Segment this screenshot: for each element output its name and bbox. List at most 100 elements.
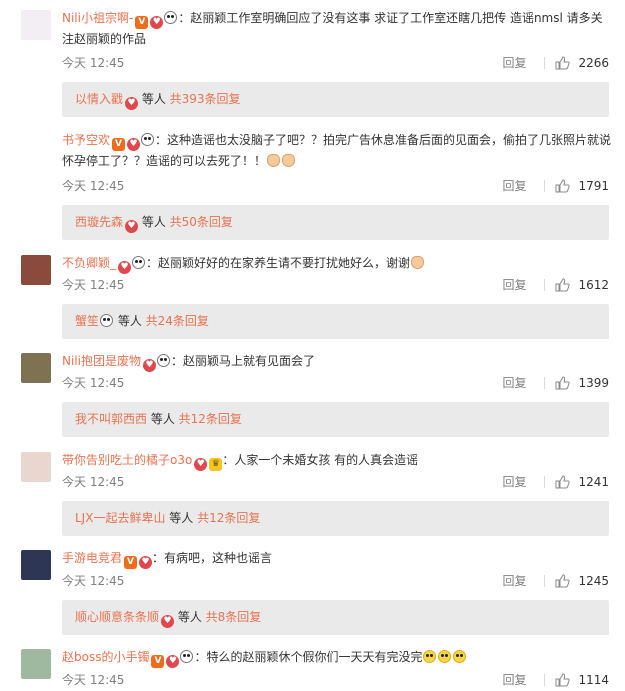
fan-heart-badge-icon: ♥ (166, 655, 180, 668)
comment-timestamp: 今天 12:45 (62, 179, 125, 193)
like-count: 2266 (578, 55, 609, 70)
comment-text: ：人家一个未婚女孩 有的人真会造谣 (222, 453, 419, 467)
reply-button[interactable]: 回复 (502, 473, 526, 490)
comment-text: ：有病吧，这种也谣言 (152, 551, 273, 565)
sub-replies-box[interactable]: 顺心顺意条条顺 ♥ 等人 共8条回复 (62, 600, 609, 635)
fan-heart-badge-icon: ♥ (118, 261, 132, 274)
sub-replies-box[interactable]: LJX一起去鲜卑山 等人 共12条回复 (62, 501, 609, 536)
verified-badge-icon: V (112, 138, 126, 151)
sub-reply-label: 等人 (174, 610, 206, 624)
comment-text: ：赵丽颖马上就有见面会了 (170, 354, 315, 368)
comment-body: Nili抱团是废物 ♥ ：赵丽颖马上就有见面会了 (62, 351, 614, 372)
action-divider (544, 475, 546, 488)
comment-actions: 回复 2266 (502, 54, 609, 71)
sub-reply-label: 等人 (147, 412, 179, 426)
sub-replies-box[interactable]: 我不叫郭西西 等人 共12条回复 (62, 402, 609, 437)
sub-reply-username-link[interactable]: LJX一起去鲜卑山 (75, 511, 165, 525)
avatar[interactable] (21, 255, 51, 285)
action-divider (544, 56, 546, 69)
reply-button[interactable]: 回复 (502, 177, 526, 194)
hand-emoji-icon (282, 154, 296, 167)
sub-replies-box[interactable]: 西璇先森 ♥ 等人 共50条回复 (62, 205, 609, 240)
comment-actions: 回复 1114 (502, 671, 609, 688)
avatar[interactable] (21, 550, 51, 580)
thumbs-up-icon[interactable] (555, 55, 571, 70)
sub-replies-box[interactable]: 蟹笙 等人 共24条回复 (62, 304, 609, 339)
sub-reply-username-link[interactable]: 以情入戳 (75, 92, 123, 106)
sub-reply-username-link[interactable]: 我不叫郭西西 (75, 412, 147, 426)
like-count: 1114 (578, 672, 609, 687)
comment-username-link[interactable]: 书予空欢 (62, 133, 110, 147)
action-divider (544, 278, 546, 291)
sub-replies-box[interactable]: 以情入戳 ♥ 等人 共393条回复 (62, 82, 609, 117)
verified-badge-icon: V (124, 556, 138, 569)
avatar[interactable] (21, 10, 51, 40)
like-count: 1399 (578, 375, 609, 390)
comment-body: 书予空欢 V ♥ ：这种造谣也太没脑子了吧？？拍完广告休息准备后面的见面会，偷拍了几张… (62, 130, 614, 172)
sub-reply-username-link[interactable]: 蟹笙 (75, 314, 99, 328)
like-count: 1241 (578, 474, 609, 489)
comment-username-link[interactable]: 带你告别吃土的橘子o3o (62, 453, 192, 467)
action-divider (544, 179, 546, 192)
comment-username-link[interactable]: 赵boss的小手镯 (62, 650, 149, 664)
sub-reply-count-link[interactable]: 共50条回复 (170, 215, 233, 229)
avatar[interactable] (21, 353, 51, 383)
reply-button[interactable]: 回复 (502, 671, 526, 688)
comment-text: ：赵丽颖好好的在家养生请不要打扰她好么，谢谢 (146, 256, 411, 270)
comment-body: 不负卿颖_ ♥ ：赵丽颖好好的在家养生请不要打扰她好么，谢谢 (62, 253, 614, 274)
panda-emoji-icon (156, 354, 170, 367)
comment-username-link[interactable]: 手游电竞君 (62, 551, 122, 565)
sub-reply-count-link[interactable]: 共24条回复 (146, 314, 209, 328)
hand-emoji-icon (411, 256, 425, 269)
sub-reply-username-link[interactable]: 西璇先森 (75, 215, 123, 229)
panda-emoji-icon (180, 650, 194, 663)
like-count: 1791 (578, 178, 609, 193)
like-count: 1612 (578, 277, 609, 292)
comment-actions: 回复 1791 (502, 177, 609, 194)
avatar[interactable] (21, 132, 51, 162)
comment-body: 手游电竞君 V ♥ ：有病吧，这种也谣言 (62, 548, 614, 569)
comment-timestamp: 今天 12:45 (62, 56, 125, 70)
fan-heart-badge-icon: ♥ (142, 359, 156, 372)
action-divider (544, 376, 546, 389)
thumbs-up-icon[interactable] (555, 573, 571, 588)
thumbs-up-icon[interactable] (555, 178, 571, 193)
reply-button[interactable]: 回复 (502, 54, 526, 71)
comment-username-link[interactable]: 不负卿颖_ (62, 256, 116, 270)
avatar[interactable] (21, 452, 51, 482)
comment-username-link[interactable]: Nili抱团是废物 (62, 354, 141, 368)
crown-badge-icon: ♛ (209, 458, 223, 471)
comment-actions: 回复 1399 (502, 374, 609, 391)
sub-reply-count-link[interactable]: 共12条回复 (197, 511, 260, 525)
thumbs-up-icon[interactable] (555, 277, 571, 292)
like-count: 1245 (578, 573, 609, 588)
smile-emoji-icon (423, 650, 437, 663)
fan-heart-badge-icon: ♥ (139, 556, 153, 569)
reply-button[interactable]: 回复 (502, 374, 526, 391)
reply-button[interactable]: 回复 (502, 572, 526, 589)
thumbs-up-icon[interactable] (555, 672, 571, 687)
sub-reply-count-link[interactable]: 共12条回复 (179, 412, 242, 426)
sub-reply-count-link[interactable]: 共8条回复 (206, 610, 262, 624)
fan-heart-badge-icon: ♥ (150, 16, 164, 29)
sub-reply-label: 等人 (138, 215, 170, 229)
comment-body: 带你告别吃土的橘子o3o ♥ ♛ ：人家一个未婚女孩 有的人真会造谣 (62, 450, 614, 471)
avatar[interactable] (21, 649, 51, 679)
comment-actions: 回复 1612 (502, 276, 609, 293)
thumbs-up-icon[interactable] (555, 474, 571, 489)
sub-reply-count-link[interactable]: 共393条回复 (170, 92, 241, 106)
sub-reply-label: 等人 (165, 511, 198, 525)
reply-button[interactable]: 回复 (502, 276, 526, 293)
hand-emoji-icon (267, 154, 281, 167)
sub-reply-username-link[interactable]: 顺心顺意条条顺 (75, 610, 159, 624)
comment-actions: 回复 1241 (502, 473, 609, 490)
thumbs-up-icon[interactable] (555, 375, 571, 390)
action-divider (544, 673, 546, 686)
fan-heart-badge-icon: ♥ (125, 220, 139, 233)
panda-emoji-icon (100, 314, 114, 327)
fan-heart-badge-icon: ♥ (194, 458, 208, 471)
comment-username-link[interactable]: Nili小祖宗啊- (62, 11, 133, 25)
panda-emoji-icon (164, 11, 178, 24)
sub-reply-label: 等人 (138, 92, 170, 106)
panda-emoji-icon (132, 256, 146, 269)
